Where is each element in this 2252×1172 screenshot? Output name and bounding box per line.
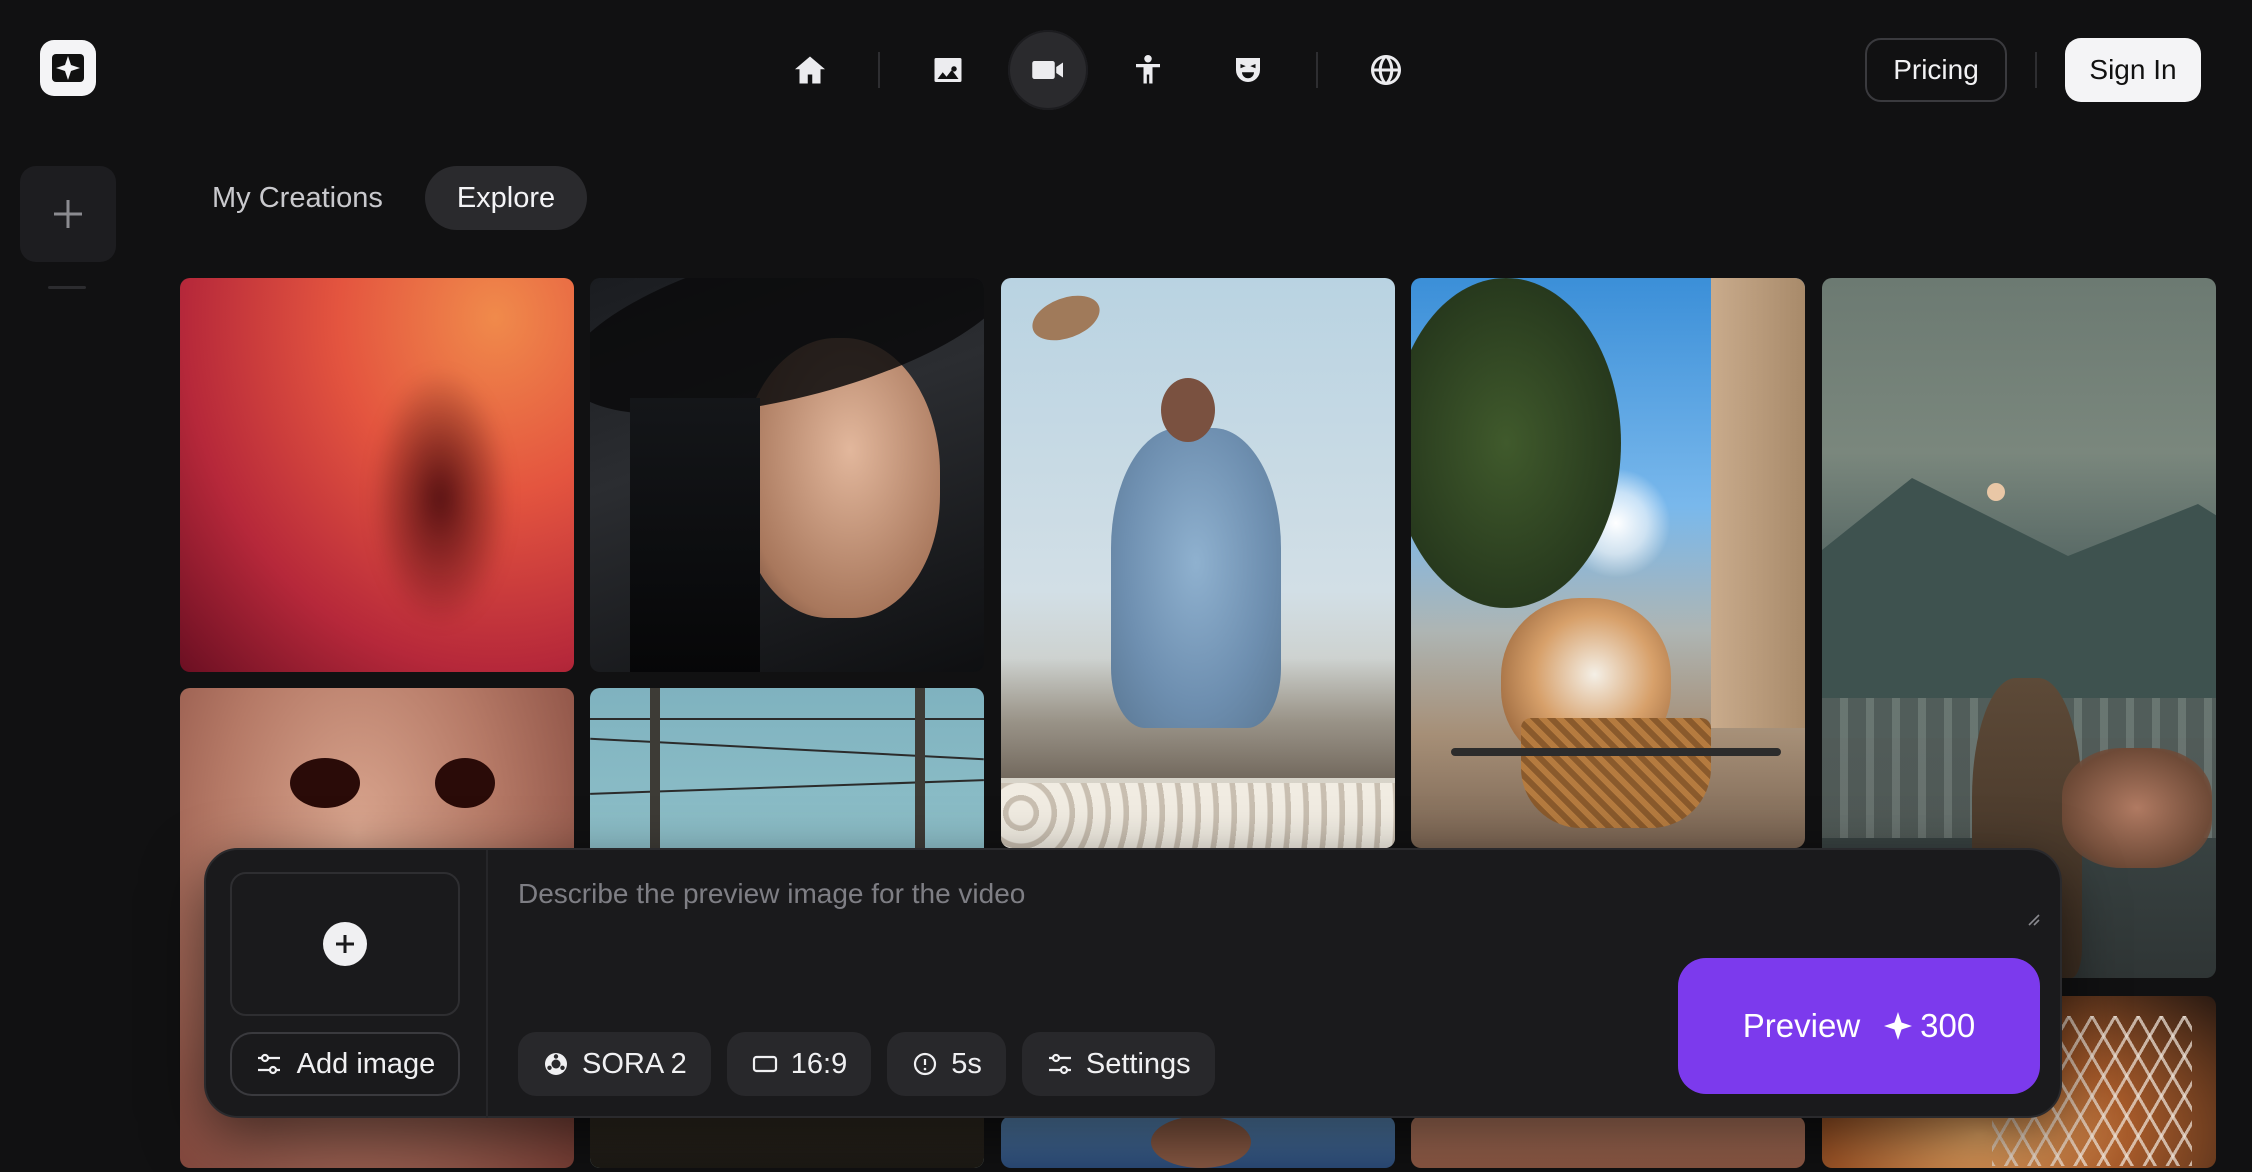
nostril-shape [435, 758, 495, 808]
aspect-ratio-icon [752, 1055, 777, 1073]
aspect-ratio-selector[interactable]: 16:9 [726, 1032, 872, 1096]
nav-divider [1316, 52, 1318, 88]
nav-divider [878, 52, 880, 88]
main-nav [770, 30, 1426, 110]
logo-icon [52, 54, 84, 82]
gallery-item[interactable] [180, 278, 574, 672]
generation-options: SORA 2 16:9 5s Settings [518, 1032, 1215, 1096]
nav-character[interactable] [1208, 30, 1288, 110]
video-camera-icon [1032, 61, 1063, 79]
person-icon [1136, 55, 1160, 84]
settings-label: Settings [1085, 1047, 1191, 1080]
image-upload-dropzone[interactable] [230, 872, 460, 1016]
building-wall [1711, 278, 1805, 728]
clock-icon [914, 1052, 937, 1076]
aspect-ratio-label: 16:9 [790, 1047, 848, 1080]
basket-shape [1521, 718, 1711, 828]
rail-divider [48, 286, 86, 289]
home-icon [795, 56, 825, 84]
tab-explore[interactable]: Explore [424, 166, 588, 230]
prompt-composer: Add image SORA 2 16:9 5s Settings Previe… [204, 848, 2062, 1118]
plus-icon [336, 935, 354, 953]
flower-cart [2062, 748, 2212, 868]
face-shape [1151, 1116, 1251, 1168]
bird-shape [1026, 287, 1106, 349]
settings-button[interactable]: Settings [1021, 1032, 1215, 1096]
nav-home[interactable] [770, 30, 850, 110]
nav-video[interactable] [1008, 30, 1088, 110]
credit-cost: 300 [1882, 1007, 1975, 1045]
prompt-input[interactable] [518, 878, 2048, 968]
image-icon [934, 58, 962, 82]
upload-plus-button[interactable] [323, 922, 367, 966]
moon-shape [1987, 483, 2005, 501]
credit-cost-value: 300 [1920, 1007, 1976, 1044]
nav-avatar[interactable] [1108, 30, 1188, 110]
add-image-label: Add image [296, 1047, 436, 1080]
sparkle-icon [1884, 1012, 1913, 1040]
panel-divider [486, 850, 488, 1118]
duration-label: 5s [951, 1047, 982, 1080]
gallery-item[interactable] [1411, 278, 1805, 848]
head-shape [1161, 378, 1215, 442]
nav-explore[interactable] [1346, 30, 1426, 110]
preview-button[interactable]: Preview 300 [1678, 958, 2040, 1094]
runner-figure [370, 368, 510, 628]
chickens-ground [1001, 783, 1395, 848]
tab-my-creations[interactable]: My Creations [180, 166, 415, 230]
nav-image[interactable] [908, 30, 988, 110]
sliders-icon [257, 1053, 280, 1075]
plus-icon [54, 200, 82, 228]
dress-figure [1111, 428, 1281, 728]
gallery-item[interactable] [1001, 278, 1395, 848]
view-tabs: My Creations Explore [180, 166, 588, 230]
hair-shape [630, 398, 760, 672]
pricing-button[interactable]: Pricing [1865, 38, 2007, 102]
openai-icon [545, 1053, 567, 1075]
model-selector[interactable]: SORA 2 [518, 1032, 711, 1096]
globe-icon [1371, 55, 1402, 85]
nostril-shape [290, 758, 360, 808]
sliders-icon [1048, 1053, 1071, 1075]
duration-selector[interactable]: 5s [887, 1032, 1006, 1096]
handlebar [1451, 748, 1781, 756]
app-logo[interactable] [40, 40, 96, 96]
model-label: SORA 2 [582, 1047, 687, 1080]
mask-icon [1236, 58, 1260, 82]
sign-in-button[interactable]: Sign In [2065, 38, 2201, 102]
add-image-button[interactable]: Add image [230, 1032, 460, 1096]
new-creation-button[interactable] [20, 166, 116, 262]
resize-grip-icon[interactable] [2026, 912, 2040, 926]
gallery-item[interactable] [1411, 1116, 1805, 1168]
preview-label: Preview [1742, 1007, 1861, 1044]
gallery-item[interactable] [1001, 1116, 1395, 1168]
header-divider [2035, 52, 2037, 88]
gallery-item[interactable] [590, 278, 984, 672]
